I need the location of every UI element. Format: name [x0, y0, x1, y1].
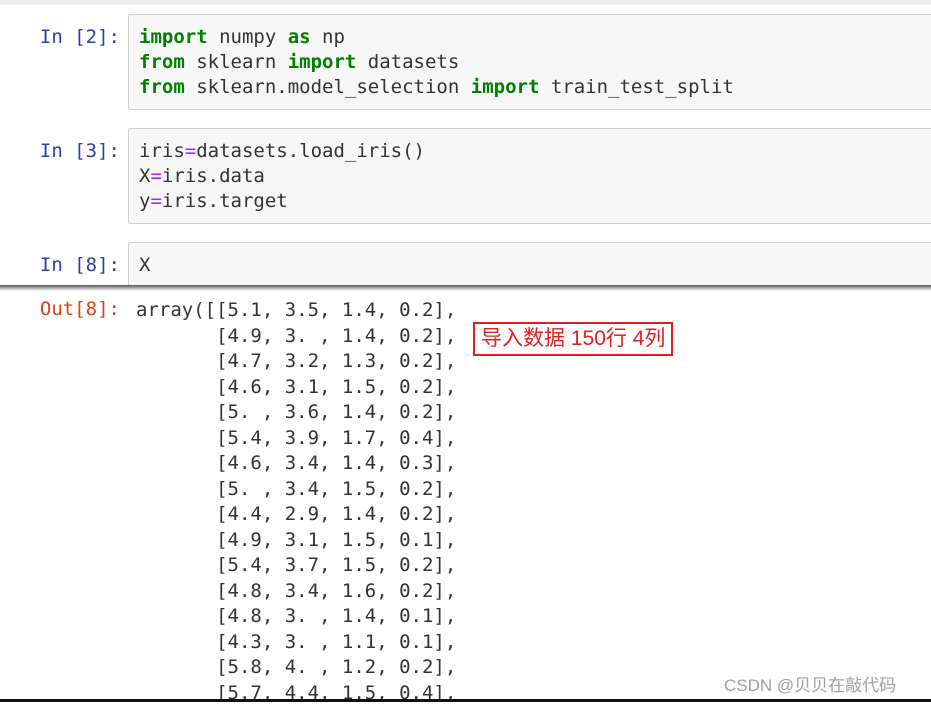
code-token: X — [139, 165, 150, 187]
csdn-watermark: CSDN @贝贝在敲代码 — [724, 671, 896, 696]
output-line: [5.4, 3.7, 1.5, 0.2], — [136, 553, 456, 579]
keyword-token: from — [139, 76, 185, 98]
code-line: iris=datasets.load_iris() — [139, 139, 923, 164]
output-line: [4.9, 3.1, 1.5, 0.1], — [136, 528, 456, 554]
code-token: sklearn — [185, 51, 288, 73]
output-line: [4.6, 3.1, 1.5, 0.2], — [136, 375, 456, 401]
output-line: array([[5.1, 3.5, 1.4, 0.2], — [136, 298, 456, 324]
code-line: from sklearn.model_selection import trai… — [139, 75, 923, 100]
output-scroll-shadow — [0, 285, 931, 291]
output-line: [4.8, 3. , 1.4, 0.1], — [136, 604, 456, 630]
code-line: from sklearn import datasets — [139, 50, 923, 75]
code-token: train_test_split — [539, 76, 733, 98]
output-area[interactable]: array([[5.1, 3.5, 1.4, 0.2], [4.9, 3. , … — [136, 298, 456, 706]
output-line: [4.3, 3. , 1.1, 0.1], — [136, 630, 456, 656]
top-border — [0, 0, 931, 5]
operator-token: = — [185, 140, 196, 162]
input-prompt: In [8]: — [0, 253, 120, 278]
keyword-token: import — [471, 76, 540, 98]
code-token: np — [311, 26, 345, 48]
code-token: y — [139, 190, 150, 212]
input-prompt: In [3]: — [0, 139, 120, 164]
code-editor[interactable]: iris=datasets.load_iris() X=iris.data y=… — [128, 128, 931, 224]
code-editor[interactable]: X — [128, 242, 931, 286]
output-line: [5. , 3.6, 1.4, 0.2], — [136, 400, 456, 426]
input-prompt: In [2]: — [0, 25, 120, 50]
code-token: X — [139, 254, 150, 276]
code-cell-8[interactable]: In [8]: X — [0, 242, 931, 286]
code-token: iris — [139, 140, 185, 162]
output-prompt: Out[8]: — [0, 297, 120, 322]
keyword-token: import — [139, 26, 208, 48]
code-token: iris.target — [162, 190, 288, 212]
output-line: [4.7, 3.2, 1.3, 0.2], — [136, 349, 456, 375]
keyword-token: as — [288, 26, 311, 48]
output-line: [4.9, 3. , 1.4, 0.2], — [136, 324, 456, 350]
code-token: datasets — [356, 51, 459, 73]
output-line: [5. , 3.4, 1.5, 0.2], — [136, 477, 456, 503]
output-line: [4.6, 3.4, 1.4, 0.3], — [136, 451, 456, 477]
operator-token: = — [150, 165, 161, 187]
annotation-box: 导入数据 150行 4列 — [473, 322, 673, 356]
code-line: import numpy as np — [139, 25, 923, 50]
code-line: X — [139, 253, 923, 278]
code-cell-3[interactable]: In [3]: iris=datasets.load_iris() X=iris… — [0, 128, 931, 224]
output-line: [5.4, 3.9, 1.7, 0.4], — [136, 426, 456, 452]
keyword-token: import — [288, 51, 357, 73]
output-line: [5.8, 4. , 1.2, 0.2], — [136, 655, 456, 681]
code-token: sklearn.model_selection — [185, 76, 471, 98]
code-token: iris.data — [162, 165, 265, 187]
code-cell-2[interactable]: In [2]: import numpy as np from sklearn … — [0, 14, 931, 110]
output-line: [5.7, 4.4, 1.5, 0.4], — [136, 681, 456, 706]
code-line: X=iris.data — [139, 164, 923, 189]
operator-token: = — [150, 190, 161, 212]
code-token: numpy — [208, 26, 288, 48]
output-line: [4.8, 3.4, 1.6, 0.2], — [136, 579, 456, 605]
output-line: [4.4, 2.9, 1.4, 0.2], — [136, 502, 456, 528]
code-editor[interactable]: import numpy as np from sklearn import d… — [128, 14, 931, 110]
code-line: y=iris.target — [139, 189, 923, 214]
keyword-token: from — [139, 51, 185, 73]
code-token: datasets.load_iris() — [196, 140, 425, 162]
